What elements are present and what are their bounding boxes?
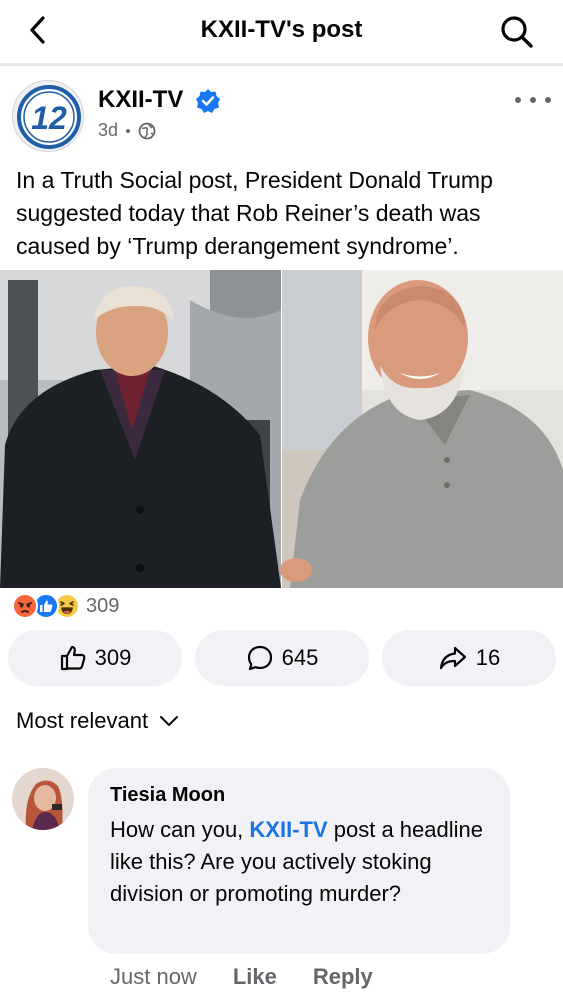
comment-count: 645: [281, 645, 319, 670]
comment-text-part: How can you,: [110, 817, 250, 842]
reaction-count: 309: [86, 594, 120, 617]
avatar-image: [12, 768, 74, 830]
comment-actions: Just now Like Reply: [110, 964, 373, 990]
reaction-summary[interactable]: 309: [12, 592, 119, 620]
comment-sort-dropdown[interactable]: Most relevant: [16, 708, 180, 734]
comment-text: How can you, KXII-TV post a headline lik…: [110, 814, 488, 910]
comment-icon: [247, 645, 272, 671]
post-text: In a Truth Social post, President Donald…: [16, 167, 493, 259]
share-button[interactable]: 16: [382, 630, 556, 686]
meta-separator-dot: [126, 128, 131, 133]
comment-button[interactable]: 645: [195, 630, 369, 686]
page-title: KXII-TV's post: [200, 16, 363, 43]
share-arrow-icon: [439, 646, 466, 670]
comment-bubble: Tiesia Moon How can you, KXII-TV post a …: [88, 768, 510, 954]
like-count: 309: [94, 645, 132, 670]
angry-icon: [12, 593, 38, 619]
thumbs-up-icon: [60, 645, 86, 671]
page-avatar[interactable]: 12: [12, 80, 84, 152]
globe-icon: [138, 122, 156, 139]
share-count: 16: [475, 645, 501, 670]
chevron-down-icon: [160, 716, 179, 726]
logo-number: 12: [31, 100, 67, 136]
more-options-button[interactable]: [515, 88, 551, 112]
search-icon: [501, 16, 533, 48]
post-time[interactable]: 3d: [98, 120, 118, 141]
comment-like-button[interactable]: Like: [233, 964, 277, 990]
more-dot-icon: [545, 97, 551, 103]
more-dot-icon: [530, 97, 536, 103]
comment-mention-link[interactable]: KXII-TV: [249, 817, 327, 842]
more-dot-icon: [515, 97, 521, 103]
station-logo: 12: [17, 85, 81, 149]
comment-author-name[interactable]: Tiesia Moon: [110, 782, 488, 808]
comment-reply-button[interactable]: Reply: [313, 964, 373, 990]
verified-badge-icon: [196, 89, 220, 113]
top-bar: KXII-TV's post: [0, 0, 563, 66]
post-meta: 3d: [98, 120, 156, 141]
photo-composite: [0, 270, 563, 588]
post-author-name[interactable]: KXII-TV: [98, 86, 183, 114]
comment-time: Just now: [110, 964, 197, 989]
post-photo[interactable]: [0, 270, 563, 588]
sort-label: Most relevant: [16, 708, 149, 733]
commenter-avatar[interactable]: [12, 768, 74, 830]
like-button[interactable]: 309: [8, 630, 182, 686]
search-button[interactable]: [495, 10, 539, 54]
